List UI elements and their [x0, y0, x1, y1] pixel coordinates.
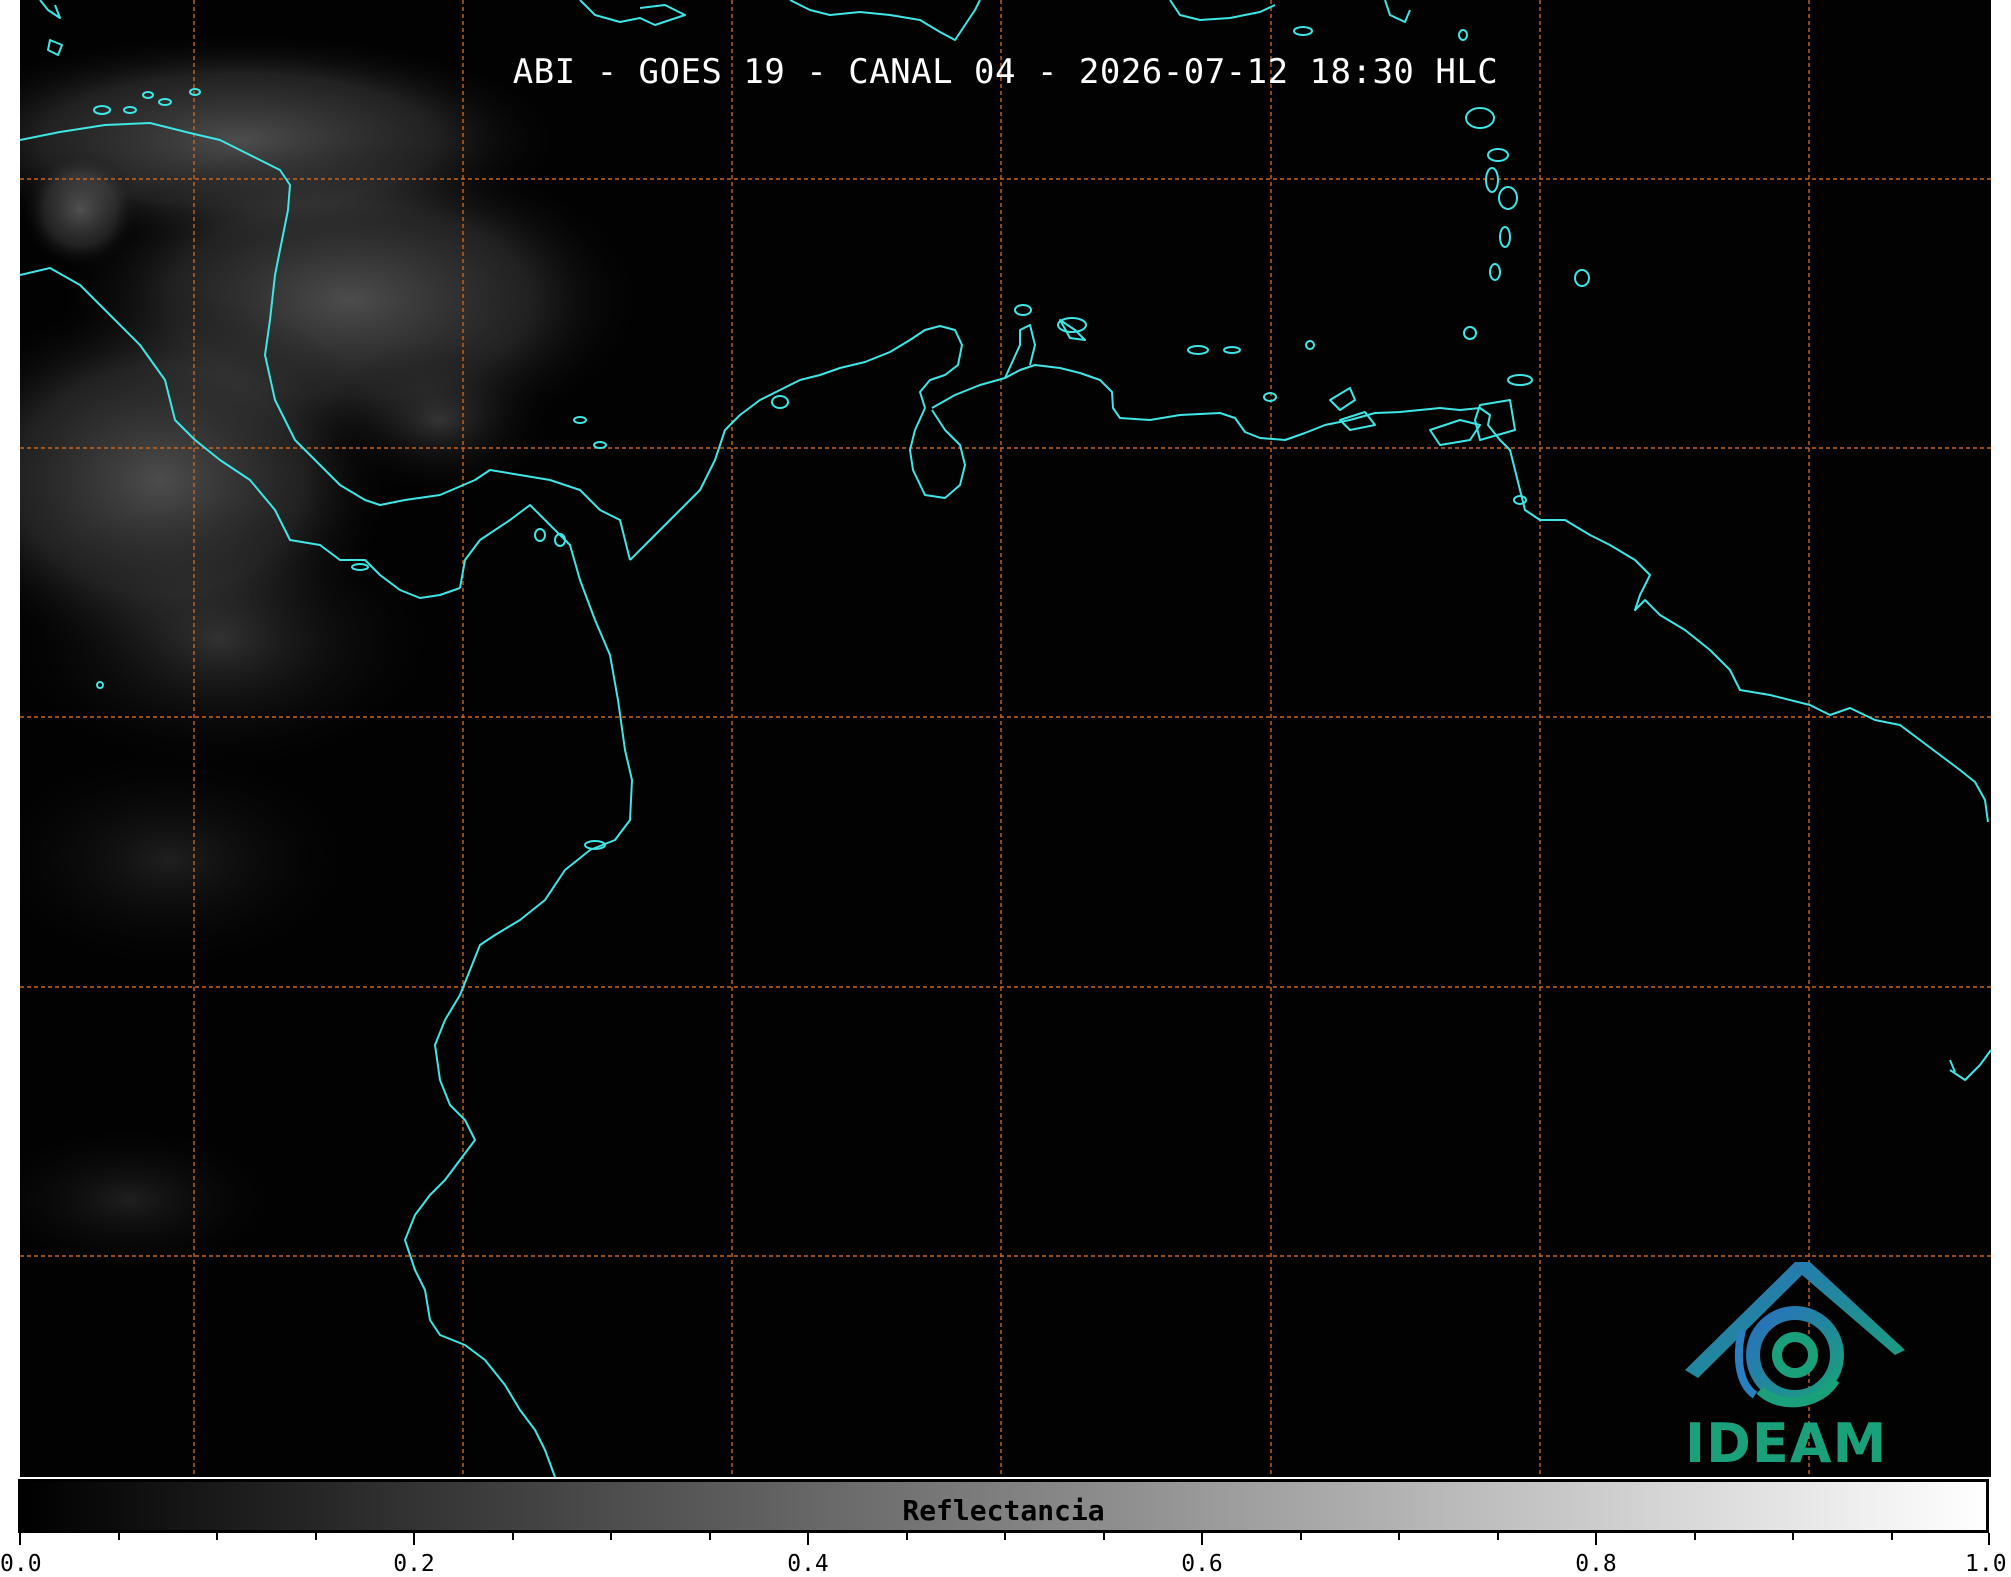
satellite-figure: ABI - GOES 19 - CANAL 04 - 2026-07-12 18… [0, 0, 2011, 1577]
colorbar-tick-label: 0.8 [1575, 1551, 1617, 1577]
colorbar-tick-label: 1.0 [1965, 1551, 2007, 1577]
colorbar-tick-label: 0.2 [393, 1551, 435, 1577]
ideam-logo-text: IDEAM [1685, 1412, 1888, 1475]
cloud-field [20, 30, 650, 1280]
colorbar-label: Reflectancia [902, 1494, 1105, 1527]
map-canvas [20, 0, 1991, 1477]
colorbar-ticks [19, 1533, 1990, 1545]
satellite-map: ABI - GOES 19 - CANAL 04 - 2026-07-12 18… [20, 0, 1991, 1477]
colorbar-tick-label: 0.4 [787, 1551, 829, 1577]
colorbar-tick-label: 0.0 [0, 1551, 42, 1577]
reflectance-colorbar: Reflectancia [18, 1479, 1989, 1533]
figure-title: ABI - GOES 19 - CANAL 04 - 2026-07-12 18… [512, 52, 1499, 92]
ideam-logo-emblem [1685, 1262, 1905, 1408]
colorbar-tick-label: 0.6 [1181, 1551, 1223, 1577]
